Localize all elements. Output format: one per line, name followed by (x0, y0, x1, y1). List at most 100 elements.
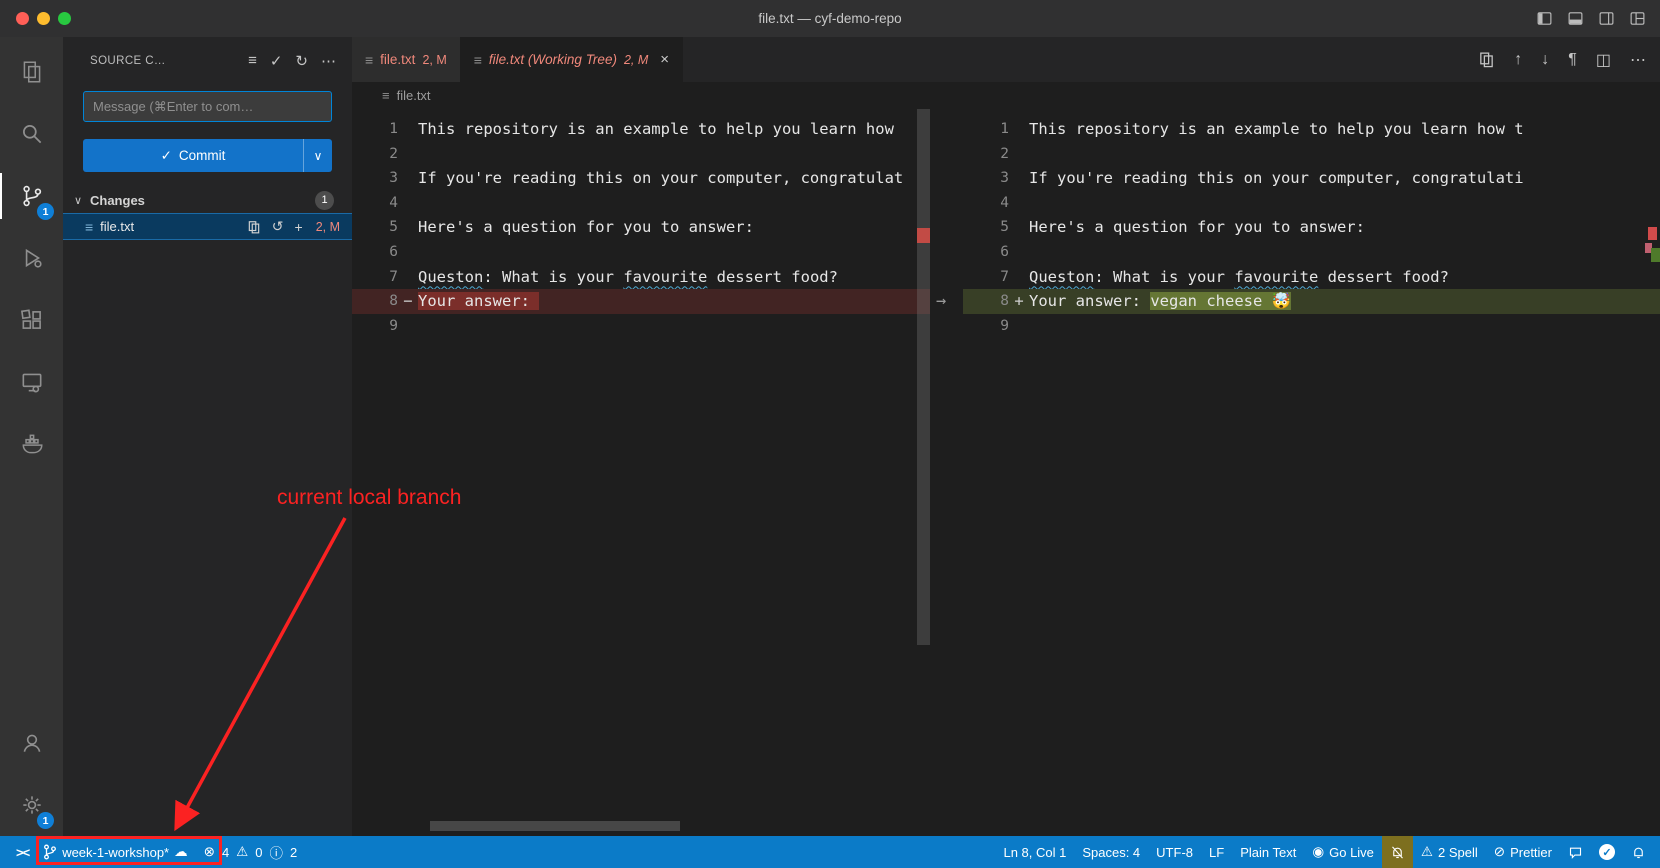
line-text: This repository is an example to help yo… (418, 117, 930, 142)
close-tab-icon[interactable]: × (660, 51, 669, 68)
line-text: This repository is an example to help yo… (1029, 117, 1660, 142)
breadcrumb-item-file[interactable]: file.txt (397, 88, 431, 103)
diff-change-arrow-icon: → (936, 289, 946, 314)
diff-line[interactable]: 7Queston: What is your favourite dessert… (963, 265, 1660, 290)
vertical-scrollbar[interactable] (917, 109, 930, 645)
diff-line[interactable]: 5Here's a question for you to answer: (963, 215, 1660, 240)
extensions-icon (19, 307, 45, 333)
line-text: Queston: What is your favourite dessert … (1029, 265, 1660, 290)
customize-layout-icon[interactable] (1629, 10, 1646, 27)
diff-line[interactable]: 2 (963, 142, 1660, 167)
branch-status[interactable]: week-1-workshop* ☁ (35, 836, 195, 868)
next-change-icon[interactable]: ↓ (1541, 51, 1549, 69)
search-icon (19, 121, 45, 147)
tab-file-txt[interactable]: ≡ file.txt 2, M (352, 37, 461, 82)
toggle-primary-sidebar-icon[interactable] (1536, 10, 1553, 27)
overview-ruler (1644, 109, 1660, 836)
go-live-button[interactable]: ◉ Go Live (1304, 836, 1382, 868)
chevron-down-icon: ∨ (314, 149, 323, 163)
eol-setting[interactable]: LF (1201, 836, 1232, 868)
extension-status-check[interactable]: ✓ (1591, 836, 1623, 868)
activity-search[interactable] (0, 103, 63, 165)
remote-explorer-icon (19, 369, 45, 395)
diff-line[interactable]: 2 (352, 142, 930, 167)
horizontal-scrollbar[interactable] (430, 821, 680, 831)
line-number: 3 (963, 166, 1009, 191)
refresh-icon[interactable]: ↻ (295, 52, 308, 70)
muted-notifications-status[interactable] (1382, 836, 1413, 868)
open-file-icon[interactable] (247, 220, 261, 234)
previous-change-icon[interactable]: ↑ (1514, 51, 1522, 69)
tab-file-txt-working-tree[interactable]: ≡ file.txt (Working Tree) 2, M × (461, 37, 683, 82)
line-text: Your answer: (418, 289, 930, 314)
commit-message-input[interactable] (83, 91, 332, 122)
window-title: file.txt — cyf-demo-repo (0, 11, 1660, 26)
activity-source-control[interactable]: 1 (0, 165, 63, 227)
diff-line[interactable]: 6 (963, 240, 1660, 265)
diff-line[interactable]: 3If you're reading this on your computer… (963, 166, 1660, 191)
diff-line[interactable]: 9 (963, 314, 1660, 339)
activity-run-debug[interactable] (0, 227, 63, 289)
language-mode[interactable]: Plain Text (1232, 836, 1304, 868)
remote-indicator[interactable]: >< (10, 836, 35, 868)
activity-explorer[interactable] (0, 41, 63, 103)
error-count: 4 (222, 845, 229, 860)
split-editor-icon[interactable]: ◫ (1596, 50, 1611, 70)
spell-checker-status[interactable]: ⚠ 2 Spell (1413, 836, 1486, 868)
diff-marker (1009, 240, 1029, 265)
discard-changes-icon[interactable]: ↺ (272, 218, 284, 235)
activity-extensions[interactable] (0, 289, 63, 351)
activity-remote-explorer[interactable] (0, 351, 63, 413)
commit-dropdown-button[interactable]: ∨ (303, 139, 332, 172)
stage-changes-icon[interactable]: + (295, 219, 303, 235)
diff-line[interactable]: 6 (352, 240, 930, 265)
line-text: Your answer: vegan cheese 🤯 (1029, 289, 1660, 314)
account-icon (19, 730, 45, 756)
more-actions-icon[interactable]: ⋯ (1630, 50, 1646, 70)
files-icon (19, 59, 45, 85)
commit-button-label: Commit (179, 148, 226, 163)
diff-line[interactable]: 9 (352, 314, 930, 339)
view-mode-icon[interactable]: ≡ (248, 52, 257, 70)
diff-marker (1009, 166, 1029, 191)
toggle-whitespace-icon[interactable]: ¶ (1568, 51, 1577, 69)
publish-sync-icon: ☁ (174, 844, 188, 860)
commit-action-icon[interactable]: ✓ (270, 52, 283, 70)
toggle-panel-icon[interactable] (1567, 10, 1584, 27)
more-actions-icon[interactable]: ⋯ (321, 52, 336, 70)
activity-docker[interactable] (0, 413, 63, 475)
changed-file-row[interactable]: ≡ file.txt ↺ + 2, M (63, 213, 352, 240)
changes-section-header[interactable]: ∨ Changes 1 (63, 187, 352, 213)
prettier-status[interactable]: ⊘ Prettier (1486, 836, 1560, 868)
breadcrumb[interactable]: ≡ file.txt (352, 82, 1660, 109)
info-count: 2 (290, 845, 297, 860)
file-icon: ≡ (85, 219, 93, 235)
source-control-badge: 1 (37, 203, 54, 220)
toggle-secondary-sidebar-icon[interactable] (1598, 10, 1615, 27)
activity-accounts[interactable] (0, 712, 63, 774)
line-number: 1 (352, 117, 398, 142)
notifications-button[interactable] (1623, 836, 1654, 868)
diff-line[interactable]: 8−Your answer: (352, 289, 930, 314)
problems-status[interactable]: ⊗ 4 ⚠ 0 ⓘ 2 (196, 836, 308, 868)
remote-icon: >< (16, 845, 29, 860)
diff-line[interactable]: 3If you're reading this on your computer… (352, 166, 930, 191)
indentation-setting[interactable]: Spaces: 4 (1074, 836, 1148, 868)
diff-line[interactable]: 1This repository is an example to help y… (963, 117, 1660, 142)
encoding-setting[interactable]: UTF-8 (1148, 836, 1201, 868)
feedback-button[interactable] (1560, 836, 1591, 868)
line-text (1029, 314, 1660, 339)
diff-marker (1009, 117, 1029, 142)
diff-line[interactable]: 4 (963, 191, 1660, 216)
diff-line[interactable]: 1 This repository is an example to help y… (352, 117, 930, 142)
overview-deleted-mark (917, 228, 930, 243)
diff-line[interactable]: 5Here's a question for you to answer: (352, 215, 930, 240)
diff-line[interactable]: 7Queston: What is your favourite dessert… (352, 265, 930, 290)
open-changes-icon[interactable] (1478, 51, 1495, 68)
diff-line[interactable]: 4 (352, 191, 930, 216)
diff-marker: − (398, 289, 418, 314)
commit-button[interactable]: ✓ Commit ∨ (83, 139, 332, 172)
diff-line[interactable]: 8+Your answer: vegan cheese 🤯 (963, 289, 1660, 314)
activity-settings[interactable]: 1 (0, 774, 63, 836)
cursor-position[interactable]: Ln 8, Col 1 (995, 836, 1074, 868)
